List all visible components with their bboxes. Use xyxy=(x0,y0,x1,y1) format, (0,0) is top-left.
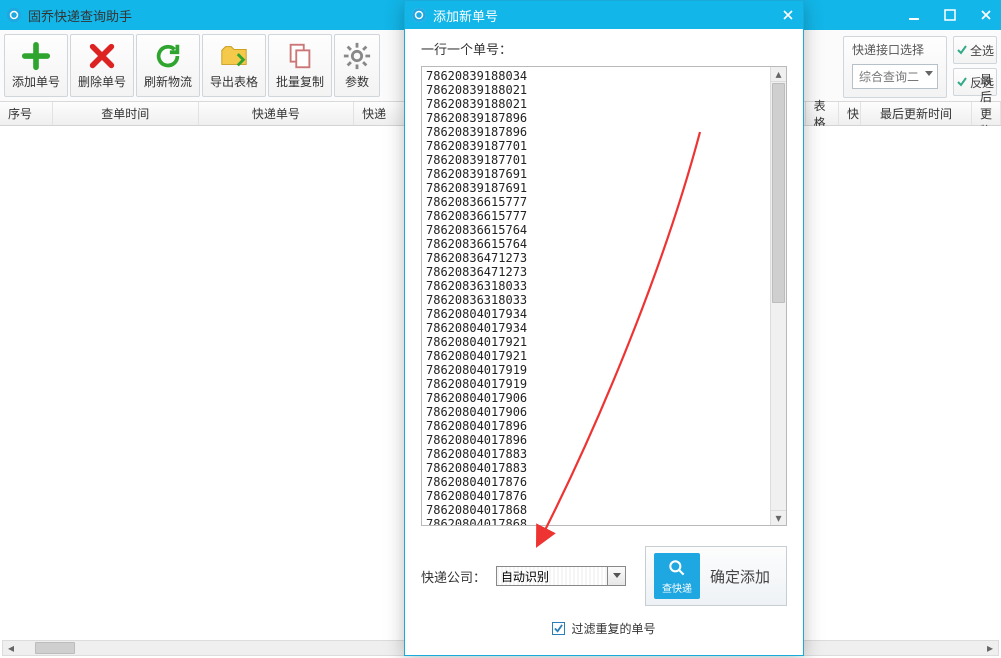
check-icon xyxy=(554,624,563,633)
folder-icon xyxy=(219,41,249,71)
filter-dup-label: 过滤重复的单号 xyxy=(571,620,655,637)
delete-number-button[interactable]: 删除单号 xyxy=(70,34,134,97)
close-button[interactable] xyxy=(977,6,995,24)
app-icon xyxy=(6,7,22,23)
company-select[interactable]: 自动识别 xyxy=(496,566,626,586)
copy-label: 批量复制 xyxy=(276,73,324,90)
dialog-instruction: 一行一个单号： xyxy=(421,39,787,58)
refresh-icon xyxy=(153,41,183,71)
col-lastupd[interactable]: 最后更新时间 xyxy=(861,102,972,125)
numbers-textarea[interactable]: 78620839188034 78620839188021 7862083918… xyxy=(421,66,787,526)
select-all-button[interactable]: 全选 xyxy=(953,36,997,64)
search-express-icon: 查快递 xyxy=(654,553,700,599)
dialog-close-button[interactable] xyxy=(779,6,797,24)
minimize-button[interactable] xyxy=(905,6,923,24)
confirm-add-button[interactable]: 查快递 确定添加 xyxy=(645,546,787,606)
company-label: 快递公司： xyxy=(421,567,486,586)
vertical-scrollbar[interactable]: ▴ ▾ xyxy=(770,67,786,525)
copy-button[interactable]: 批量复制 xyxy=(268,34,332,97)
confirm-add-label: 确定添加 xyxy=(710,566,770,587)
gear-icon xyxy=(342,41,372,71)
refresh-button[interactable]: 刷新物流 xyxy=(136,34,200,97)
col-misc[interactable]: 表格 xyxy=(806,102,839,125)
interface-group: 快递接口选择 综合查询二 xyxy=(843,36,947,98)
company-select-value: 自动识别 xyxy=(501,568,549,585)
settings-label: 参数 xyxy=(345,73,369,90)
settings-button[interactable]: 参数 xyxy=(334,34,380,97)
search-icon-text: 查快递 xyxy=(662,580,692,595)
chevron-down-icon xyxy=(607,567,625,585)
col-status[interactable]: 快递 xyxy=(354,102,408,125)
scroll-thumb[interactable] xyxy=(35,642,75,654)
dialog-title: 添加新单号 xyxy=(433,6,779,25)
refresh-label: 刷新物流 xyxy=(144,73,192,90)
export-button[interactable]: 导出表格 xyxy=(202,34,266,97)
interface-select-value: 综合查询二 xyxy=(859,70,919,84)
check-icon xyxy=(956,76,968,88)
numbers-text[interactable]: 78620839188034 78620839188021 7862083918… xyxy=(422,67,770,525)
scroll-right-icon[interactable]: ▸ xyxy=(982,641,998,655)
interface-group-title: 快递接口选择 xyxy=(852,41,938,58)
vscroll-thumb[interactable] xyxy=(772,83,785,303)
copy-icon xyxy=(285,41,315,71)
col-checktime[interactable]: 查单时间 xyxy=(53,102,199,125)
col-lastphys[interactable]: 最后更物流 xyxy=(972,102,1001,125)
col-seq[interactable]: 序号 xyxy=(0,102,53,125)
delete-number-label: 删除单号 xyxy=(78,73,126,90)
maximize-button[interactable] xyxy=(941,6,959,24)
scroll-up-icon[interactable]: ▴ xyxy=(771,67,786,82)
col-fast[interactable]: 快 xyxy=(839,102,861,125)
col-number[interactable]: 快递单号 xyxy=(199,102,355,125)
dialog-icon xyxy=(411,7,427,23)
check-icon xyxy=(956,44,968,56)
scroll-down-icon[interactable]: ▾ xyxy=(771,510,786,525)
filter-dup-checkbox[interactable] xyxy=(552,622,565,635)
select-all-label: 全选 xyxy=(970,42,994,59)
add-number-dialog: 添加新单号 一行一个单号： 78620839188034 78620839188… xyxy=(404,0,804,656)
chevron-down-icon xyxy=(925,71,933,77)
add-number-button[interactable]: 添加单号 xyxy=(4,34,68,97)
interface-select[interactable]: 综合查询二 xyxy=(852,64,938,89)
scroll-left-icon[interactable]: ◂ xyxy=(3,641,19,655)
dialog-titlebar: 添加新单号 xyxy=(405,1,803,29)
export-label: 导出表格 xyxy=(210,73,258,90)
add-number-label: 添加单号 xyxy=(12,73,60,90)
x-icon xyxy=(87,41,117,71)
plus-icon xyxy=(21,41,51,71)
